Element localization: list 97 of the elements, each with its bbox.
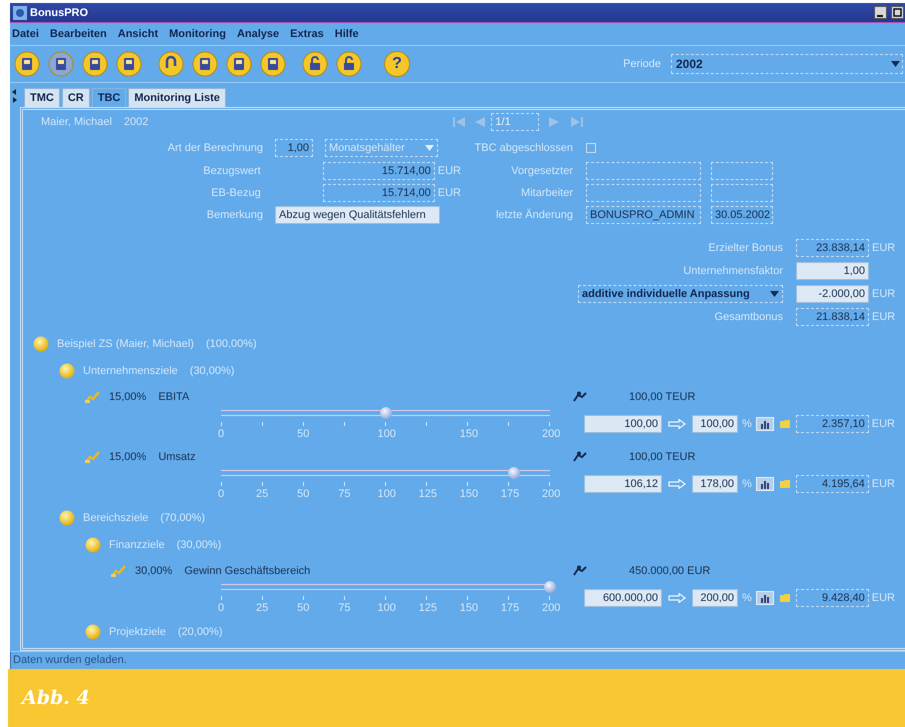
weight-label: 30,00% bbox=[135, 564, 172, 577]
field-label: Vorgesetzter bbox=[510, 164, 573, 177]
menu-item[interactable]: Extras bbox=[290, 28, 324, 40]
tick-label: 0 bbox=[216, 602, 226, 614]
percent-field[interactable]: 178,00 bbox=[692, 474, 738, 493]
field-label: Gesamtbonus bbox=[714, 311, 783, 324]
menu-item[interactable]: Ansicht bbox=[118, 28, 158, 40]
tick-label: 200 bbox=[542, 602, 558, 614]
unit-label: % bbox=[742, 592, 752, 604]
tab[interactable]: Monitoring Liste bbox=[128, 88, 226, 107]
field-label: Erzielter Bonus bbox=[707, 242, 783, 254]
field-label: Art der Berechnung bbox=[166, 142, 263, 154]
field-label: Unternehmensfaktor bbox=[682, 264, 783, 277]
menu-item[interactable]: Analyse bbox=[236, 28, 280, 40]
tab[interactable]: CR bbox=[62, 88, 90, 107]
window-title: BonusPRO bbox=[30, 6, 88, 18]
share-label: (30,00%) bbox=[190, 364, 234, 377]
target-value: 100,00 TEUR bbox=[629, 450, 696, 463]
percent-field[interactable]: 100,00 bbox=[692, 414, 738, 433]
target-value: 100,00 TEUR bbox=[629, 390, 696, 403]
tick-label: 75 bbox=[337, 602, 352, 614]
tick-label: 50 bbox=[296, 428, 310, 440]
share-label: (70,00%) bbox=[160, 512, 206, 524]
amount-field[interactable]: 15.714,00 bbox=[322, 184, 435, 202]
tick-label: 0 bbox=[216, 488, 226, 500]
factor-field[interactable]: 1,00 bbox=[796, 262, 869, 280]
tick-label: 75 bbox=[337, 488, 352, 500]
unit-label: % bbox=[742, 418, 752, 430]
goal-name: Gewinn Geschäftsbereich bbox=[184, 564, 310, 577]
unit-label: EUR bbox=[872, 592, 896, 604]
tick-label: 0 bbox=[216, 428, 226, 440]
employee-name: Maier, Michael bbox=[41, 116, 112, 128]
amount-field[interactable]: 21.838,14 bbox=[796, 308, 869, 326]
tick-label: 150 bbox=[460, 602, 476, 614]
unit-label: EUR bbox=[872, 288, 896, 300]
tick-label: 125 bbox=[418, 602, 435, 614]
field-label: TBC abgeschlossen bbox=[474, 142, 573, 154]
field-label: Bezugswert bbox=[202, 164, 261, 177]
share-label: (30,00%) bbox=[176, 538, 222, 551]
period-dropdown[interactable]: 2002 bbox=[671, 54, 903, 74]
unit-label: % bbox=[742, 478, 752, 490]
unit-label: EUR bbox=[438, 186, 461, 199]
actual-field[interactable]: 100,00 bbox=[584, 414, 662, 433]
tab[interactable]: TMC bbox=[24, 88, 60, 107]
help-button[interactable]: ? bbox=[384, 51, 410, 77]
user-field[interactable]: BONUSPRO_ADMIN bbox=[586, 206, 701, 224]
unit-label: EUR bbox=[438, 164, 461, 177]
unit-label: EUR bbox=[872, 418, 896, 430]
amount-field[interactable]: -2.000,00 bbox=[796, 285, 869, 304]
factor-field[interactable]: 1,00 bbox=[275, 139, 313, 158]
menu-item[interactable]: Bearbeiten bbox=[50, 28, 107, 40]
bonus-field[interactable]: 2.357,10 bbox=[796, 414, 869, 433]
tick-label: 100 bbox=[378, 488, 394, 500]
tab[interactable]: TBC bbox=[92, 88, 126, 107]
tick-label: 25 bbox=[255, 488, 270, 500]
field-label: Mitarbeiter bbox=[520, 186, 573, 199]
field-label: letzte Änderung bbox=[494, 209, 573, 222]
percent-field[interactable]: 200,00 bbox=[692, 588, 738, 607]
adjustment-dropdown[interactable]: additive individuelle Anpassung bbox=[578, 285, 783, 304]
bonus-field[interactable]: 4.195,64 bbox=[796, 474, 869, 493]
actual-field[interactable]: 106,12 bbox=[584, 474, 662, 493]
menu-item[interactable]: Hilfe bbox=[334, 28, 359, 40]
field-label: EB-Bezug bbox=[210, 186, 261, 199]
unit-label: EUR bbox=[872, 478, 896, 490]
bonus-field[interactable]: 9.428,40 bbox=[796, 588, 869, 607]
date-field[interactable]: 30.05.2002 bbox=[711, 206, 773, 224]
tick-label: 150 bbox=[460, 428, 476, 440]
amount-field[interactable]: 15.714,00 bbox=[322, 162, 435, 180]
remark-field[interactable]: Abzug wegen Qualitätsfehlern bbox=[275, 206, 440, 224]
tick-label: 50 bbox=[296, 602, 310, 614]
period-label: Periode bbox=[623, 58, 661, 70]
figure-caption: Abb. 4 bbox=[22, 687, 90, 709]
tick-label: 125 bbox=[418, 488, 435, 500]
tick-label: 175 bbox=[500, 488, 517, 500]
menu-item[interactable]: Monitoring bbox=[169, 28, 226, 40]
tick-label: 150 bbox=[460, 488, 476, 500]
share-label: (20,00%) bbox=[178, 626, 222, 638]
tick-label: 100 bbox=[378, 428, 394, 440]
menu-item[interactable]: Datei bbox=[12, 28, 39, 40]
unit-label: EUR bbox=[872, 311, 896, 324]
year-label: 2002 bbox=[124, 116, 148, 128]
weight-label: 15,00% bbox=[109, 390, 146, 403]
unit-label: EUR bbox=[872, 242, 896, 254]
tick-label: 50 bbox=[296, 488, 310, 500]
tick-label: 200 bbox=[542, 488, 558, 500]
field-label: Bemerkung bbox=[206, 209, 263, 222]
share-label: (100,00%) bbox=[206, 338, 257, 350]
tick-label: 200 bbox=[542, 428, 558, 440]
goal-name: Umsatz bbox=[158, 450, 196, 463]
actual-field[interactable]: 600.000,00 bbox=[584, 588, 662, 607]
goal-name: EBITA bbox=[158, 390, 190, 403]
target-value: 450.000,00 EUR bbox=[629, 564, 710, 577]
tick-label: 100 bbox=[378, 602, 394, 614]
tick-label: 175 bbox=[500, 602, 517, 614]
weight-label: 15,00% bbox=[109, 450, 146, 463]
tick-label: 25 bbox=[255, 602, 270, 614]
amount-field[interactable]: 23.838,14 bbox=[796, 238, 869, 257]
